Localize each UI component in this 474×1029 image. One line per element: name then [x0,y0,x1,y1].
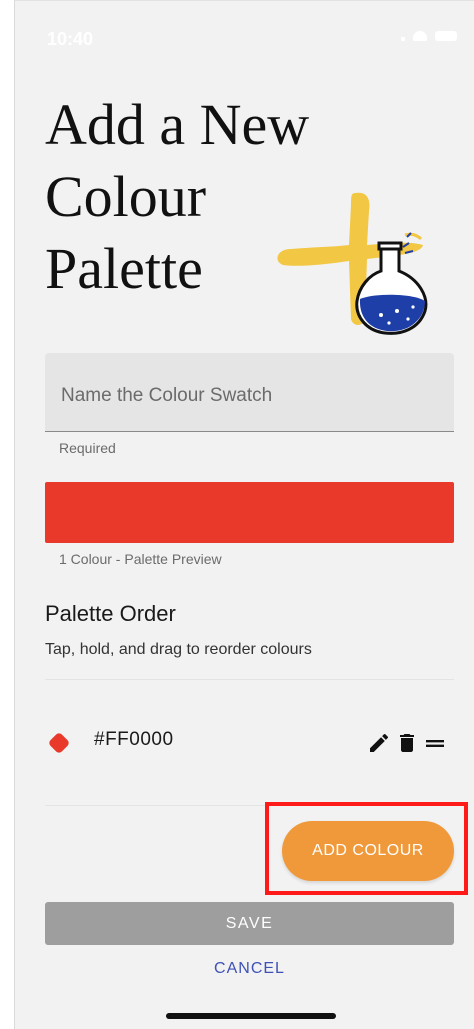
wifi-icon [413,31,427,41]
pencil-icon[interactable] [367,731,391,755]
title-line-2: Colour [45,164,207,229]
add-colour-button[interactable]: ADD COLOUR [282,821,454,881]
palette-preview-caption: 1 Colour - Palette Preview [59,551,222,567]
swatch-name-placeholder: Name the Colour Swatch [61,385,273,406]
status-time: 10:40 [47,29,94,49]
drag-handle-icon[interactable] [423,731,447,755]
swatch-color-dot [47,731,71,755]
flask-illustration [277,192,428,335]
palette-order-heading: Palette Order [45,601,176,626]
save-button[interactable]: SAVE [45,902,454,945]
home-indicator [166,1013,336,1019]
swatch-hex-value: #FF0000 [94,729,174,750]
required-helper-text: Required [59,440,116,456]
palette-preview [45,482,454,543]
title-line-3: Palette [45,236,203,301]
battery-icon [435,31,457,41]
swatch-name-input[interactable]: Name the Colour Swatch [45,353,454,432]
divider [45,679,454,680]
cancel-button[interactable]: CANCEL [45,955,454,983]
palette-order-hint: Tap, hold, and drag to reorder colours [45,641,312,658]
swatch-list-item[interactable]: #FF0000 [45,713,454,775]
phone-screen: 10:40 Add a New Colour Palette Name the … [14,0,474,1029]
title-line-1: Add a New [45,92,310,157]
trash-icon[interactable] [395,731,419,755]
status-bar: 10:40 [15,1,474,61]
status-icons [401,31,457,41]
cellular-signal-icon [401,37,405,41]
